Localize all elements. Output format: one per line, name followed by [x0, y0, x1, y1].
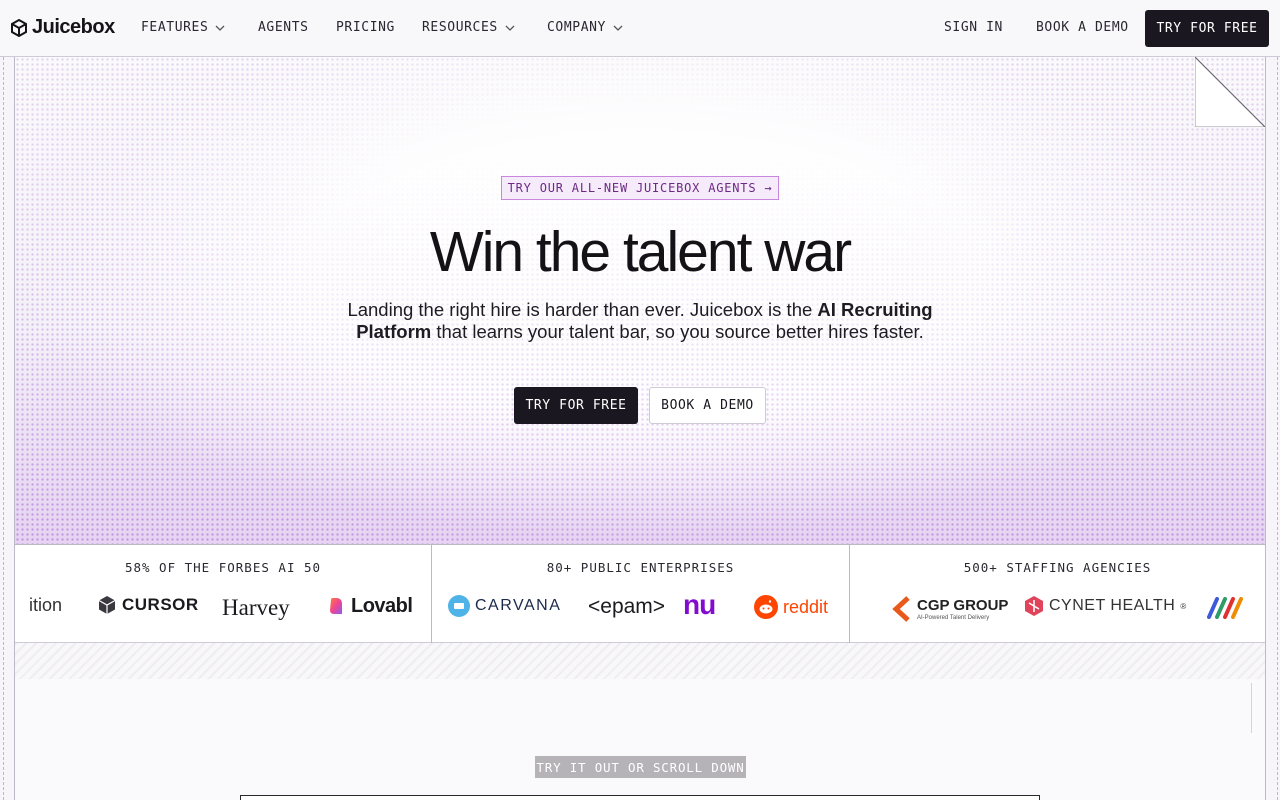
nav-features[interactable]: FEATURES [141, 20, 226, 35]
logo-cynet-health: CYNET HEALTH ® [1024, 595, 1187, 617]
logos-col-staffing: 500+ STAFFING AGENCIES CGP GROUP AI-Powe… [849, 545, 1265, 643]
logo-text: <epam> [588, 595, 666, 618]
nav-features-label: FEATURES [141, 20, 209, 35]
chevron-down-icon [505, 25, 515, 31]
logo-text: reddit [783, 596, 829, 617]
customer-logos-row: 58% OF THE FORBES AI 50 ition CURSOR Har… [15, 545, 1265, 643]
top-nav: Juicebox FEATURES AGENTS PRICING RESOURC… [0, 0, 1280, 57]
logo-text: CURSOR [122, 595, 199, 614]
hero-book-demo-button[interactable]: BOOK A DEMO [649, 387, 766, 424]
demo-section [15, 679, 1265, 800]
juicebox-logo-icon [11, 18, 27, 37]
nav-pricing[interactable]: PRICING [336, 20, 395, 35]
logos-col-forbes: 58% OF THE FORBES AI 50 ition CURSOR Har… [15, 545, 431, 643]
nav-try-free-button[interactable]: TRY FOR FREE [1145, 10, 1269, 47]
logo-stripes-brand [1207, 595, 1249, 619]
frame-guide-right [1277, 57, 1278, 800]
brand-stripes-icon [1207, 597, 1243, 619]
logos-col-title: 80+ PUBLIC ENTERPRISES [546, 560, 735, 575]
nav-company[interactable]: COMPANY [547, 20, 624, 35]
interactive-demo-frame[interactable] [240, 795, 1040, 800]
hero-sub-text-2: that learns your talent bar, so you sour… [431, 321, 924, 342]
logos-col-title: 58% OF THE FORBES AI 50 [124, 560, 322, 575]
nav-agents-label: AGENTS [258, 20, 309, 35]
logos-col-title: 500+ STAFFING AGENCIES [963, 560, 1152, 575]
logo-text: CGP GROUP [917, 596, 1009, 614]
cgp-chevron-icon [892, 596, 910, 622]
logo-text: ition [29, 595, 63, 615]
cynet-icon [1025, 596, 1043, 616]
chevron-down-icon [613, 25, 623, 31]
reddit-alien-icon [754, 595, 778, 619]
striped-divider [15, 643, 1265, 679]
sign-in-label: SIGN IN [944, 20, 1003, 35]
brand-logo[interactable]: Juicebox [10, 16, 115, 39]
logo-cgp-group: CGP GROUP AI-Powered Talent Delivery [892, 596, 1008, 622]
scroll-hint-tag: TRY IT OUT OR SCROLL DOWN [535, 756, 746, 778]
page-fold-corner-icon [1195, 57, 1265, 127]
chevron-down-icon [215, 25, 225, 31]
hero-sub-text-1: Landing the right hire is harder than ev… [347, 299, 818, 320]
cursor-cube-icon [98, 596, 116, 614]
agents-announcement-pill[interactable]: TRY OUR ALL-NEW JUICEBOX AGENTS → [501, 176, 779, 200]
logo-epam: <epam> [588, 595, 665, 619]
logo-text: nu [683, 589, 716, 620]
sign-in-link[interactable]: SIGN IN [944, 20, 1003, 35]
nav-agents[interactable]: AGENTS [258, 20, 309, 35]
scroll-edge-marker [1251, 683, 1252, 733]
nav-book-demo-label: BOOK A DEMO [1036, 20, 1129, 35]
logo-nu: nu [683, 589, 716, 621]
brand-name: Juicebox [32, 16, 115, 38]
frame-guide-left [3, 57, 4, 800]
logo-harvey: Harvey [222, 595, 290, 621]
hero-headline: Win the talent war [429, 220, 852, 284]
nav-company-label: COMPANY [547, 20, 606, 35]
nav-book-demo-link[interactable]: BOOK A DEMO [1036, 20, 1129, 35]
logo-lovable: Lovabl [328, 595, 413, 618]
logo-tagline: AI-Powered Talent Delivery [917, 614, 990, 621]
logo-text: Harvey [222, 595, 290, 620]
logo-truncated: ition [29, 595, 62, 616]
nav-resources-label: RESOURCES [422, 20, 498, 35]
logos-col-enterprises: 80+ PUBLIC ENTERPRISES CARVANA <epam> nu… [431, 545, 849, 643]
logo-registered-mark: ® [1180, 601, 1187, 611]
nav-pricing-label: PRICING [336, 20, 395, 35]
logo-carvana: CARVANA [448, 595, 561, 617]
carvana-icon [448, 595, 470, 617]
logo-text: CARVANA [475, 597, 562, 614]
lovable-heart-icon [330, 597, 342, 614]
logo-cursor: CURSOR [97, 595, 199, 615]
hero-try-free-button[interactable]: TRY FOR FREE [514, 387, 638, 424]
logo-reddit: reddit [754, 595, 828, 619]
logo-text: Lovabl [351, 595, 413, 617]
logo-text: CYNET HEALTH [1049, 597, 1176, 614]
hero-subheadline: Landing the right hire is harder than ev… [340, 299, 940, 343]
nav-resources[interactable]: RESOURCES [422, 20, 516, 35]
